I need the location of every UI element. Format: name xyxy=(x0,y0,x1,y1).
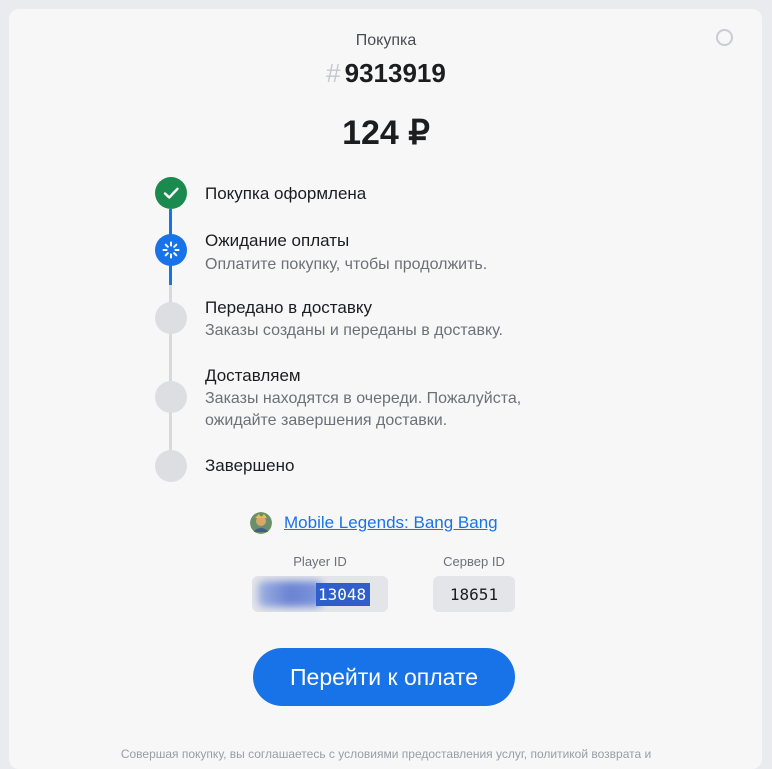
step-title: Завершено xyxy=(205,456,295,475)
player-id-field[interactable]: 13048 xyxy=(252,576,388,612)
server-id-value: 18651 xyxy=(449,584,499,604)
step-description: Заказы созданы и переданы в доставку. xyxy=(205,322,503,339)
step-title: Передано в доставку xyxy=(205,298,372,317)
hash-symbol: # xyxy=(326,58,341,88)
step-title: Доставляем xyxy=(205,366,301,385)
step-title: Ожидание оплаты xyxy=(205,231,350,250)
step-done-check-icon xyxy=(155,177,187,209)
order-number-value: 9313919 xyxy=(344,58,446,88)
pay-button[interactable]: Перейти к оплате xyxy=(253,648,515,706)
player-id-value: 13048 xyxy=(316,582,371,606)
server-id-field[interactable]: 18651 xyxy=(433,576,515,612)
game-avatar-icon xyxy=(250,512,272,534)
player-id-label: Player ID xyxy=(293,554,347,569)
step-title: Покупка оформлена xyxy=(205,184,367,203)
step-pending-dot xyxy=(155,302,187,334)
step-description: Заказы находятся в очереди. Пожалуйста, … xyxy=(205,390,522,429)
server-id-label: Сервер ID xyxy=(443,554,505,569)
step-pending-dot xyxy=(155,450,187,482)
page-title: Покупка xyxy=(355,32,417,49)
step-pending-dot xyxy=(155,381,187,413)
order-number: #9313919 xyxy=(0,58,772,89)
terms-text: Совершая покупку, вы соглашаетесь с усло… xyxy=(120,747,652,761)
game-row: Mobile Legends: Bang Bang xyxy=(250,512,498,534)
step-description: Оплатите покупку, чтобы продолжить. xyxy=(205,256,488,273)
purchase-amount: 124 ₽ xyxy=(342,114,430,152)
game-link[interactable]: Mobile Legends: Bang Bang xyxy=(284,513,498,533)
step-active-spinner-icon xyxy=(155,234,187,266)
blurred-redaction xyxy=(258,581,322,607)
